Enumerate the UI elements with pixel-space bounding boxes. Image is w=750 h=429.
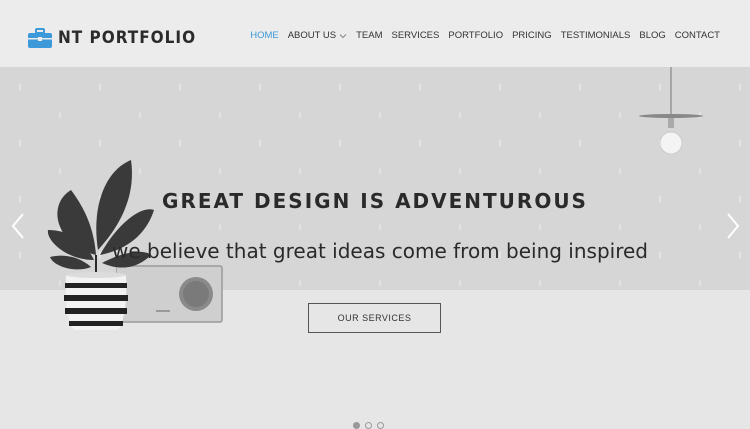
our-services-button[interactable]: OUR SERVICES	[308, 303, 441, 333]
briefcase-icon	[28, 28, 52, 48]
logo-text: NT PORTFOLIO	[58, 28, 197, 48]
nav-about-us-label: ABOUT US	[287, 30, 337, 41]
nav-services-label: SERVICES	[391, 30, 440, 41]
nav-team[interactable]: TEAM	[356, 30, 382, 41]
nav-team-label: TEAM	[356, 30, 383, 41]
main-nav: HOME ABOUT US TEAM SERVICES PORTFOLIO PR…	[250, 30, 720, 41]
nav-home[interactable]: HOME	[250, 30, 279, 41]
chevron-left-icon[interactable]	[10, 212, 26, 240]
nav-portfolio[interactable]: PORTFOLIO	[448, 30, 503, 41]
nav-blog-label: BLOG	[639, 30, 666, 41]
nav-contact-label: CONTACT	[674, 30, 720, 41]
hero-subline: we believe that great ideas come from be…	[112, 239, 648, 263]
nav-pricing[interactable]: PRICING	[512, 30, 552, 41]
nav-pricing-label: PRICING	[512, 30, 552, 41]
nav-contact[interactable]: CONTACT	[675, 30, 720, 41]
nav-testimonials[interactable]: TESTIMONIALS	[561, 30, 631, 41]
nav-services[interactable]: SERVICES	[391, 30, 439, 41]
nav-blog[interactable]: BLOG	[639, 30, 665, 41]
logo[interactable]: NT PORTFOLIO	[28, 28, 196, 48]
hero-headline: GREAT DESIGN IS ADVENTUROUS	[162, 189, 588, 213]
site-header: NT PORTFOLIO HOME ABOUT US TEAM SERVICES…	[0, 0, 750, 67]
nav-home-label: HOME	[250, 30, 279, 41]
nav-testimonials-label: TESTIMONIALS	[560, 30, 631, 41]
chevron-right-icon[interactable]	[725, 212, 741, 240]
nav-portfolio-label: PORTFOLIO	[448, 30, 504, 41]
chevron-down-icon	[339, 33, 347, 38]
nav-about-us[interactable]: ABOUT US	[288, 30, 347, 41]
